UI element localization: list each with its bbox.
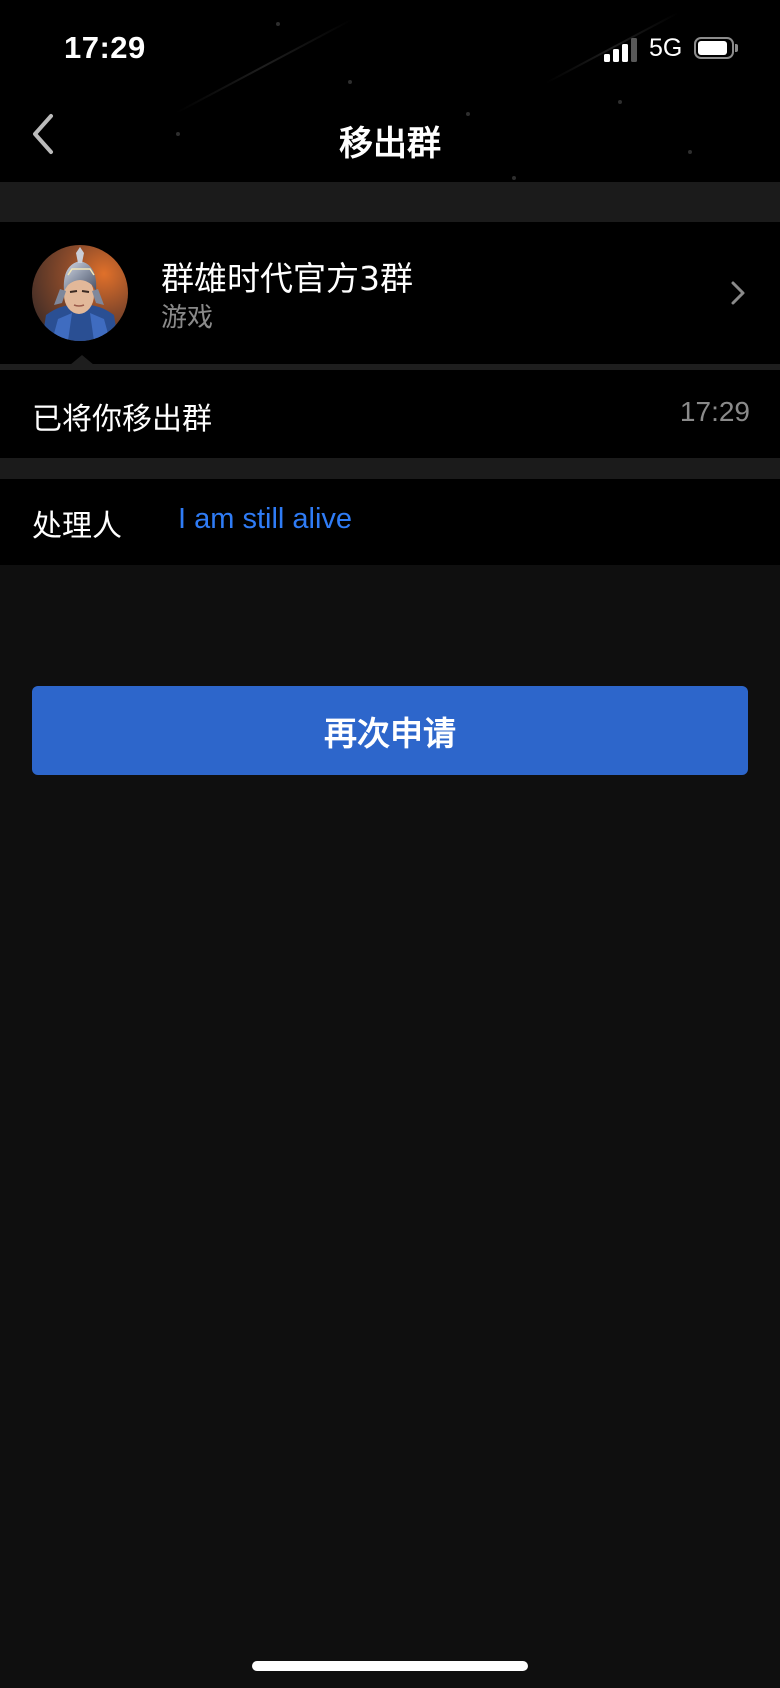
home-indicator[interactable] bbox=[252, 1661, 528, 1671]
group-avatar bbox=[32, 245, 128, 341]
warrior-portrait-icon bbox=[32, 245, 128, 341]
network-type: 5G bbox=[649, 34, 683, 62]
section-separator bbox=[0, 458, 780, 479]
notice-text: 已将你移出群 bbox=[32, 402, 212, 437]
page-title: 移出群 bbox=[339, 124, 441, 164]
status-time: 17:29 bbox=[64, 30, 146, 65]
handler-label: 处理人 bbox=[32, 509, 122, 544]
nav-bar: 移出群 bbox=[0, 96, 780, 182]
group-name: 群雄时代官方3群 bbox=[161, 259, 413, 298]
status-bar: 17:29 5G bbox=[0, 0, 780, 96]
notice-row: 已将你移出群 17:29 bbox=[0, 370, 780, 458]
reapply-button[interactable]: 再次申请 bbox=[32, 686, 748, 775]
section-separator bbox=[0, 182, 780, 222]
chevron-right-icon bbox=[731, 281, 745, 305]
group-category: 游戏 bbox=[161, 303, 214, 333]
group-card[interactable]: 群雄时代官方3群 游戏 bbox=[0, 222, 780, 364]
battery-icon bbox=[694, 37, 738, 61]
handler-name-link[interactable]: I am still alive bbox=[178, 503, 352, 536]
bubble-pointer bbox=[70, 355, 94, 365]
signal-icon bbox=[604, 38, 638, 62]
handler-row: 处理人 I am still alive bbox=[0, 479, 780, 565]
notice-time: 17:29 bbox=[679, 396, 750, 427]
